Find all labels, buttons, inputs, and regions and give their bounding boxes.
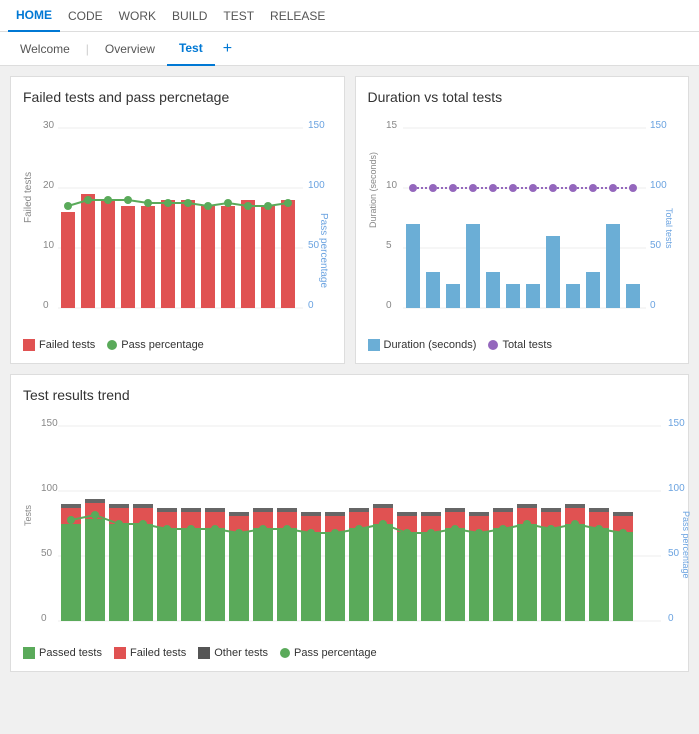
nav-code[interactable]: CODE bbox=[60, 0, 111, 32]
bar4 bbox=[121, 206, 135, 308]
svg-text:Failed tests: Failed tests bbox=[23, 172, 34, 223]
legend-total-label: Total tests bbox=[502, 339, 552, 351]
nav-work[interactable]: WORK bbox=[111, 0, 164, 32]
chart1-legend: Failed tests Pass percentage bbox=[23, 339, 332, 351]
top-charts-row: Failed tests and pass percnetage 30 20 1… bbox=[10, 76, 689, 364]
legend-duration: Duration (seconds) bbox=[368, 339, 477, 351]
svg-text:0: 0 bbox=[41, 613, 47, 624]
main-content: Failed tests and pass percnetage 30 20 1… bbox=[0, 66, 699, 682]
legend-pass-icon bbox=[107, 340, 117, 350]
chart3-svg: 150 100 50 0 150 100 50 0 Tests Pass per… bbox=[23, 411, 693, 641]
svg-text:100: 100 bbox=[308, 180, 325, 191]
legend-other-icon bbox=[198, 647, 210, 659]
legend-total-tests: Total tests bbox=[488, 339, 552, 351]
tab-divider: | bbox=[82, 42, 93, 56]
legend-failed-label: Failed tests bbox=[39, 339, 95, 351]
svg-text:10: 10 bbox=[386, 180, 398, 191]
legend-pass-pct-trend-label: Pass percentage bbox=[294, 647, 377, 659]
svg-text:5: 5 bbox=[386, 240, 392, 251]
svg-text:Tests: Tests bbox=[23, 504, 33, 526]
legend-pass-pct-trend: Pass percentage bbox=[280, 647, 377, 659]
legend-pass-pct-trend-icon bbox=[280, 648, 290, 658]
svg-text:150: 150 bbox=[650, 120, 667, 131]
chart-failed-tests: Failed tests and pass percnetage 30 20 1… bbox=[10, 76, 345, 364]
top-navigation: HOME CODE WORK BUILD TEST RELEASE bbox=[0, 0, 699, 32]
svg-text:50: 50 bbox=[308, 240, 320, 251]
legend-failed-tests-trend: Failed tests bbox=[114, 647, 186, 659]
legend-failed-tests: Failed tests bbox=[23, 339, 95, 351]
bar12 bbox=[281, 200, 295, 308]
svg-text:Pass percentage: Pass percentage bbox=[681, 511, 691, 579]
svg-text:100: 100 bbox=[668, 483, 685, 494]
chart2-area: 15 10 5 0 150 100 50 0 Duration (seconds… bbox=[368, 113, 677, 333]
svg-text:20: 20 bbox=[43, 180, 55, 191]
nav-release[interactable]: RELEASE bbox=[262, 0, 333, 32]
bar3 bbox=[101, 200, 115, 308]
svg-text:0: 0 bbox=[668, 613, 674, 624]
svg-text:15: 15 bbox=[386, 120, 398, 131]
chart2-svg: 15 10 5 0 150 100 50 0 Duration (seconds… bbox=[368, 113, 673, 333]
bar6 bbox=[161, 200, 175, 308]
chart2-legend: Duration (seconds) Total tests bbox=[368, 339, 677, 351]
legend-other-tests: Other tests bbox=[198, 647, 268, 659]
svg-text:50: 50 bbox=[650, 240, 662, 251]
chart-test-results-trend: Test results trend 150 100 50 0 150 100 … bbox=[10, 374, 689, 672]
svg-text:0: 0 bbox=[43, 300, 49, 311]
svg-text:0: 0 bbox=[650, 300, 656, 311]
tab-bar: Welcome | Overview Test + bbox=[0, 32, 699, 66]
bar8 bbox=[201, 206, 215, 308]
tab-test[interactable]: Test bbox=[167, 32, 215, 66]
svg-text:30: 30 bbox=[43, 120, 55, 131]
svg-text:0: 0 bbox=[386, 300, 392, 311]
chart3-legend: Passed tests Failed tests Other tests Pa… bbox=[23, 647, 676, 659]
chart1-area: 30 20 10 0 150 100 50 0 Failed tests Pas… bbox=[23, 113, 332, 333]
tab-welcome[interactable]: Welcome bbox=[8, 32, 82, 66]
svg-text:100: 100 bbox=[650, 180, 667, 191]
chart3-area: 150 100 50 0 150 100 50 0 Tests Pass per… bbox=[23, 411, 676, 641]
svg-text:Duration (seconds): Duration (seconds) bbox=[368, 152, 378, 228]
svg-text:0: 0 bbox=[308, 300, 314, 311]
add-tab-button[interactable]: + bbox=[215, 40, 240, 58]
svg-text:150: 150 bbox=[668, 418, 685, 429]
legend-duration-label: Duration (seconds) bbox=[384, 339, 477, 351]
legend-total-icon bbox=[488, 340, 498, 350]
legend-passed-label: Passed tests bbox=[39, 647, 102, 659]
chart1-title: Failed tests and pass percnetage bbox=[23, 89, 332, 105]
tab-overview[interactable]: Overview bbox=[93, 32, 167, 66]
legend-other-label: Other tests bbox=[214, 647, 268, 659]
chart1-svg: 30 20 10 0 150 100 50 0 Failed tests Pas… bbox=[23, 113, 328, 333]
chart2-title: Duration vs total tests bbox=[368, 89, 677, 105]
legend-duration-icon bbox=[368, 339, 380, 351]
legend-passed-tests: Passed tests bbox=[23, 647, 102, 659]
svg-text:10: 10 bbox=[43, 240, 55, 251]
nav-build[interactable]: BUILD bbox=[164, 0, 215, 32]
bar11 bbox=[261, 206, 275, 308]
bar2 bbox=[81, 194, 95, 308]
legend-pass-pct: Pass percentage bbox=[107, 339, 204, 351]
svg-text:50: 50 bbox=[668, 548, 680, 559]
chart-duration: Duration vs total tests 15 10 5 0 150 10… bbox=[355, 76, 690, 364]
legend-pass-label: Pass percentage bbox=[121, 339, 204, 351]
bar10 bbox=[241, 200, 255, 308]
svg-text:Total tests: Total tests bbox=[664, 208, 673, 249]
legend-failed-icon bbox=[23, 339, 35, 351]
bar5 bbox=[141, 206, 155, 308]
legend-failed-trend-label: Failed tests bbox=[130, 647, 186, 659]
nav-home[interactable]: HOME bbox=[8, 0, 60, 32]
bar1 bbox=[61, 212, 75, 308]
bar7 bbox=[181, 200, 195, 308]
svg-text:Pass percentage: Pass percentage bbox=[318, 213, 328, 288]
legend-failed-trend-icon bbox=[114, 647, 126, 659]
line-pass-pct-trend bbox=[71, 515, 623, 533]
svg-text:100: 100 bbox=[41, 483, 58, 494]
svg-text:150: 150 bbox=[308, 120, 325, 131]
chart3-title: Test results trend bbox=[23, 387, 676, 403]
nav-test[interactable]: TEST bbox=[215, 0, 262, 32]
legend-passed-icon bbox=[23, 647, 35, 659]
bar9 bbox=[221, 206, 235, 308]
svg-text:50: 50 bbox=[41, 548, 53, 559]
svg-text:150: 150 bbox=[41, 418, 58, 429]
